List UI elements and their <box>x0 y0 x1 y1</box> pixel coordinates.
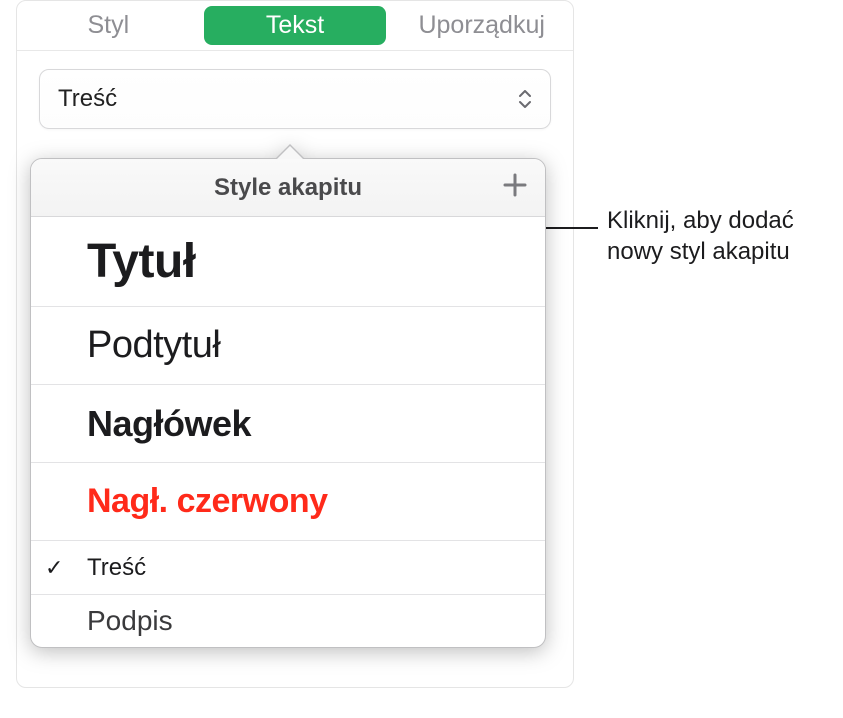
tab-text[interactable]: Tekst <box>204 6 387 45</box>
inspector-tabs: Styl Tekst Uporządkuj <box>17 1 573 51</box>
paragraph-style-item[interactable]: Podpis <box>31 595 545 647</box>
paragraph-style-item-label: Podpis <box>87 605 173 637</box>
popover-title: Style akapitu <box>214 174 362 202</box>
paragraph-style-item-label: Nagł. czerwony <box>87 482 328 521</box>
tab-arrange[interactable]: Uporządkuj <box>390 1 573 50</box>
checkmark-icon: ✓ <box>45 555 63 581</box>
chevron-updown-icon <box>518 90 532 108</box>
paragraph-style-item[interactable]: Nagłówek <box>31 385 545 463</box>
paragraph-style-item-label: Podtytuł <box>87 324 220 367</box>
paragraph-style-item[interactable]: Tytuł <box>31 217 545 307</box>
tab-style[interactable]: Styl <box>17 1 200 50</box>
paragraph-style-selected-label: Treść <box>58 85 117 113</box>
plus-icon <box>502 172 528 203</box>
callout-line1: Kliknij, aby dodać <box>607 207 794 234</box>
paragraph-style-item-label: Nagłówek <box>87 403 251 445</box>
tab-text-label: Tekst <box>266 11 324 40</box>
tab-arrange-label: Uporządkuj <box>418 11 544 40</box>
callout-text: Kliknij, aby dodać nowy styl akapitu <box>607 205 833 267</box>
paragraph-style-item-label: Tytuł <box>87 234 196 289</box>
paragraph-style-dropdown-area: Treść <box>17 51 573 157</box>
add-paragraph-style-button[interactable] <box>499 172 531 204</box>
callout-leader-line <box>538 227 598 229</box>
paragraph-style-item[interactable]: Podtytuł <box>31 307 545 385</box>
callout-line2: nowy styl akapitu <box>607 238 790 265</box>
paragraph-styles-popover: Style akapitu Tytuł Podtytuł Nagłówek Nagł.… <box>30 158 546 648</box>
paragraph-style-dropdown[interactable]: Treść <box>39 69 551 129</box>
paragraph-style-item[interactable]: Nagł. czerwony <box>31 463 545 541</box>
popover-header: Style akapitu <box>31 159 545 217</box>
tab-style-label: Styl <box>87 11 129 40</box>
paragraph-style-item-label: Treść <box>87 554 146 582</box>
paragraph-style-list: Tytuł Podtytuł Nagłówek Nagł. czerwony ✓ Treś… <box>31 217 545 647</box>
paragraph-style-item[interactable]: ✓ Treść <box>31 541 545 595</box>
